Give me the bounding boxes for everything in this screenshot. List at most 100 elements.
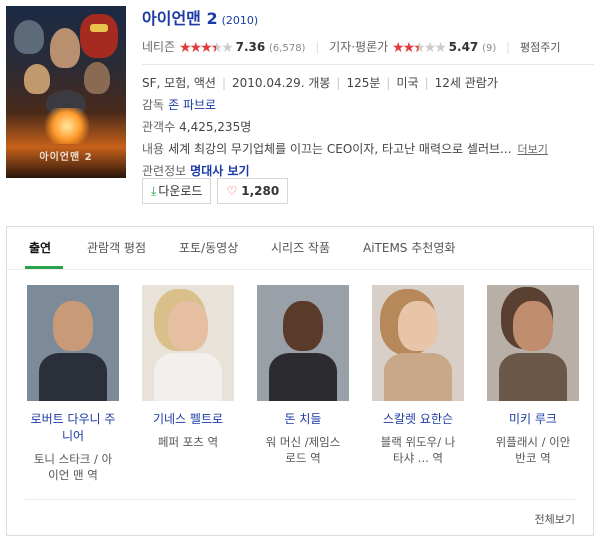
- poster-figure: [84, 62, 110, 94]
- star-icon: ★: [178, 40, 191, 56]
- cast-role: 워 머신 /제임스로드 역: [255, 434, 351, 466]
- divider-line: [25, 499, 575, 500]
- cast-name[interactable]: 미키 루크: [485, 411, 581, 428]
- cast-photo[interactable]: [257, 285, 349, 401]
- cast-role-line: 로드 역: [285, 451, 321, 465]
- photo-face: [398, 301, 438, 351]
- action-buttons: ⤓ 다운로드 ♡ 1,280: [142, 178, 294, 204]
- photo-face: [513, 301, 553, 351]
- poster-explosion: [42, 108, 92, 144]
- divider: |: [424, 76, 429, 90]
- cast-role: 페퍼 포츠 역: [140, 434, 236, 450]
- movie-poster[interactable]: 아이언맨 2: [6, 6, 126, 178]
- cast-name[interactable]: 기네스 펠트로: [140, 411, 236, 428]
- star-icon: ★: [221, 40, 233, 56]
- tab-aitems-recommend[interactable]: AiTEMS 추천영화: [363, 239, 455, 256]
- rate-button[interactable]: 평점주기: [520, 41, 560, 54]
- movie-year[interactable]: (2010): [222, 14, 259, 27]
- photo-dress: [154, 353, 222, 401]
- cast-role-line: 페퍼 포츠 역: [157, 435, 219, 449]
- cast-name-line: 스칼렛 요한슨: [382, 412, 454, 426]
- content-label: 내용: [142, 142, 165, 156]
- cast-name-line: 미키 루크: [509, 412, 557, 426]
- cast-name-line: 니어: [61, 429, 85, 443]
- photo-face: [168, 301, 208, 351]
- poster-figure: [14, 20, 44, 54]
- netizen-count: (6,578): [269, 43, 306, 54]
- divider: |: [336, 76, 341, 90]
- netizen-star-rating: ★★★★★: [178, 40, 234, 56]
- star-icon: ★: [392, 40, 404, 56]
- poster-figure: [50, 28, 80, 68]
- related-link[interactable]: 명대사 보기: [190, 164, 249, 178]
- download-label: 다운로드: [158, 184, 203, 198]
- cast-photo[interactable]: [27, 285, 119, 401]
- star-icon: ★: [434, 40, 446, 56]
- content-summary: 세계 최강의 무기업체를 이끄는 CEO이자, 타고난 매력으로 셀러브...: [168, 142, 512, 156]
- active-tab-indicator: [25, 266, 63, 269]
- download-icon: ⤓: [151, 184, 157, 198]
- director-link[interactable]: 존 파브로: [168, 98, 216, 112]
- more-link[interactable]: 더보기: [517, 143, 547, 156]
- rating-row: 네티즌 ★★★★★ 7.36 (6,578) | 기자·평론가 ★★★★★ 5.…: [142, 38, 594, 58]
- photo-suit: [269, 353, 337, 401]
- cast-name-line: 기네스 펠트로: [152, 412, 224, 426]
- divider-line: [142, 64, 594, 65]
- divider: |: [386, 76, 391, 90]
- photo-face: [283, 301, 323, 351]
- tab-photo-video[interactable]: 포토/동영상: [179, 239, 238, 256]
- cast-item[interactable]: 돈 치들 워 머신 /제임스로드 역: [255, 285, 351, 466]
- star-icon: ★: [423, 40, 436, 56]
- country[interactable]: 미국: [396, 76, 418, 90]
- download-button[interactable]: ⤓ 다운로드: [142, 178, 212, 204]
- critic-star-rating: ★★★★★: [392, 40, 447, 56]
- audience-label: 관객수: [142, 120, 176, 134]
- cast-name-line: 로버트 다우니 주: [30, 412, 116, 426]
- director-label: 감독: [142, 98, 165, 112]
- tab-cast[interactable]: 출연: [29, 239, 51, 256]
- divider: |: [221, 76, 226, 90]
- photo-shoulders: [384, 353, 452, 401]
- release-date[interactable]: 2010.04.29. 개봉: [232, 76, 330, 90]
- cast-photo[interactable]: [487, 285, 579, 401]
- cast-item[interactable]: 로버트 다우니 주니어 토니 스타크 / 아이언 맨 역: [25, 285, 121, 483]
- cast-role-line: 이언 맨 역: [48, 468, 98, 482]
- star-icon: ★: [200, 40, 212, 56]
- cast-name[interactable]: 로버트 다우니 주니어: [25, 411, 121, 445]
- cast-role: 토니 스타크 / 아이언 맨 역: [25, 451, 121, 483]
- cast-role-line: 타샤 ... 역: [392, 451, 444, 465]
- cast-role-line: 워 머신 /제임스: [265, 435, 341, 449]
- cast-item[interactable]: 미키 루크 위플래시 / 이안 반코 역: [485, 285, 581, 466]
- star-icon: ★: [413, 40, 425, 56]
- photo-suit: [39, 353, 107, 401]
- view-all-link[interactable]: 전체보기: [535, 511, 575, 527]
- like-count: 1,280: [241, 184, 280, 198]
- divider: |: [506, 40, 511, 54]
- tab-audience-rating[interactable]: 관람객 평점: [87, 239, 146, 256]
- cast-item[interactable]: 스칼렛 요한슨 블랙 위도우/ 나 타샤 ... 역: [370, 285, 466, 466]
- heart-icon: ♡: [226, 184, 238, 198]
- cast-role-line: 토니 스타크 / 아: [33, 452, 113, 466]
- like-button[interactable]: ♡ 1,280: [217, 178, 289, 204]
- genre[interactable]: SF, 모험, 액션: [142, 76, 216, 90]
- content-row: 내용 세계 최강의 무기업체를 이끄는 CEO이자, 타고난 매력으로 셀러브..…: [142, 138, 594, 160]
- movie-title[interactable]: 아이언맨 2: [142, 9, 218, 28]
- star-icon: ★: [189, 40, 202, 56]
- tab-bar: 출연 관람객 평점 포토/동영상 시리즈 작품 AiTEMS 추천영화: [7, 227, 593, 270]
- photo-face: [53, 301, 93, 351]
- cast-photo[interactable]: [142, 285, 234, 401]
- cast-name[interactable]: 돈 치들: [255, 411, 351, 428]
- tab-series[interactable]: 시리즈 작품: [271, 239, 330, 256]
- related-label: 관련정보: [142, 164, 187, 178]
- star-icon: ★: [210, 40, 223, 56]
- audience-row: 관객수 4,425,235명: [142, 116, 594, 138]
- meta-basic-row: SF, 모험, 액션 | 2010.04.29. 개봉 | 125분 | 미국 | 12세 관람…: [142, 72, 594, 94]
- cast-role: 위플래시 / 이안 반코 역: [485, 434, 581, 466]
- director-row: 감독 존 파브로: [142, 94, 594, 116]
- poster-title-text: 아이언맨 2: [39, 152, 93, 163]
- cast-photo[interactable]: [372, 285, 464, 401]
- cast-name[interactable]: 스칼렛 요한슨: [370, 411, 466, 428]
- movie-info: 아이언맨 2 (2010) 네티즌 ★★★★★ 7.36 (6,578) | 기자…: [142, 8, 594, 204]
- age-rating: 12세 관람가: [434, 76, 498, 90]
- cast-item[interactable]: 기네스 펠트로 페퍼 포츠 역: [140, 285, 236, 450]
